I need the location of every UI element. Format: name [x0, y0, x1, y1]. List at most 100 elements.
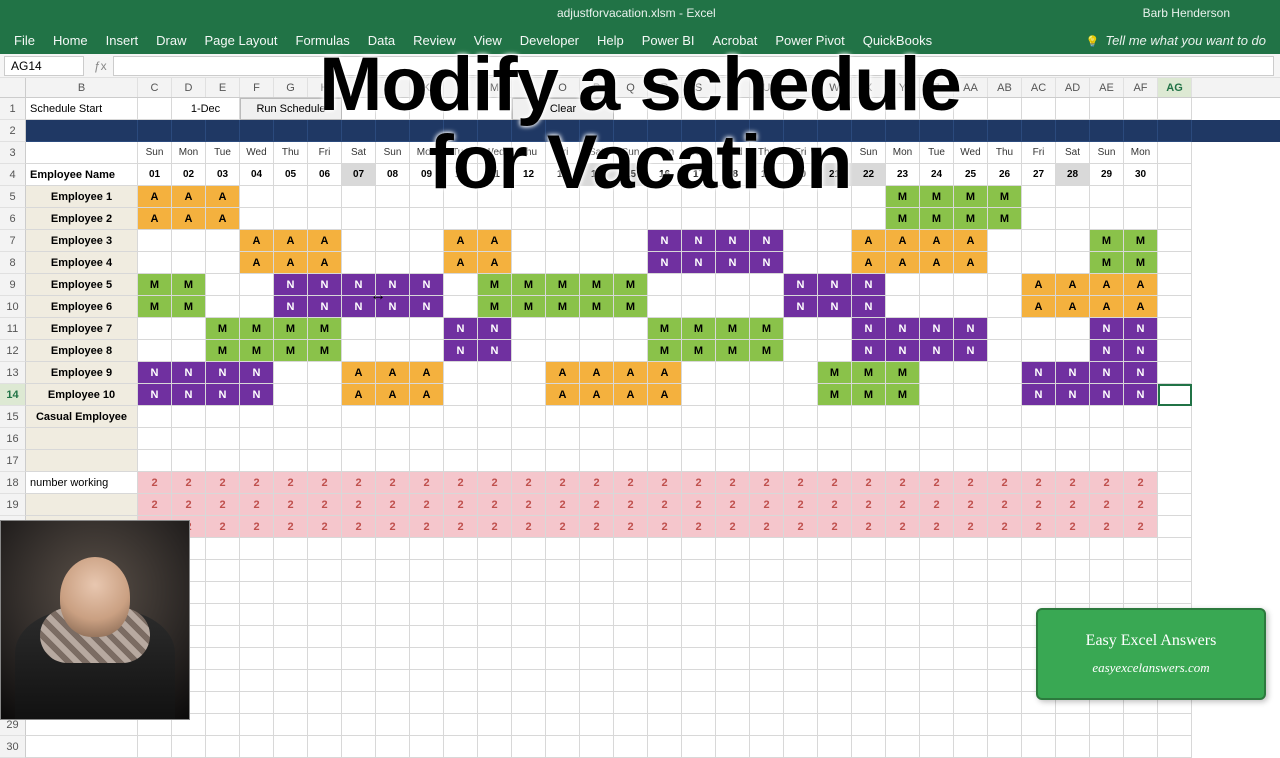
c[interactable] — [376, 670, 410, 692]
shift-9-12[interactable]: M — [546, 274, 580, 296]
shift-9-14[interactable]: M — [614, 274, 648, 296]
shift-10-7[interactable]: N — [376, 296, 410, 318]
c[interactable] — [818, 692, 852, 714]
shift-14-13[interactable]: A — [580, 384, 614, 406]
shift-5-12[interactable] — [546, 186, 580, 208]
col-header-Q[interactable]: Q — [614, 78, 648, 97]
date-23[interactable]: 23 — [886, 164, 920, 186]
c[interactable] — [342, 582, 376, 604]
sum-20-15[interactable]: 2 — [648, 516, 682, 538]
c[interactable] — [988, 98, 1022, 120]
c[interactable] — [1090, 98, 1124, 120]
c[interactable] — [1022, 450, 1056, 472]
c[interactable] — [920, 450, 954, 472]
ribbon-tab-draw[interactable]: Draw — [156, 33, 186, 48]
row-header-17[interactable]: 17 — [0, 450, 26, 472]
c[interactable] — [682, 582, 716, 604]
blank[interactable] — [1158, 142, 1192, 164]
c[interactable] — [988, 714, 1022, 736]
c[interactable] — [614, 582, 648, 604]
c[interactable] — [206, 538, 240, 560]
sum-20-25[interactable]: 2 — [988, 516, 1022, 538]
shift-5-5[interactable] — [308, 186, 342, 208]
ribbon-tab-help[interactable]: Help — [597, 33, 624, 48]
shift-10-8[interactable]: N — [410, 296, 444, 318]
c[interactable] — [886, 406, 920, 428]
shift-6-21[interactable] — [852, 208, 886, 230]
shift-10-19[interactable]: N — [784, 296, 818, 318]
c[interactable] — [886, 670, 920, 692]
shift-13-23[interactable] — [920, 362, 954, 384]
c[interactable] — [954, 604, 988, 626]
blank[interactable] — [1158, 164, 1192, 186]
c[interactable] — [614, 714, 648, 736]
shift-8-28[interactable]: M — [1090, 252, 1124, 274]
col-header-P[interactable]: P — [580, 78, 614, 97]
numwork-1[interactable]: 2 — [172, 472, 206, 494]
shift-9-3[interactable] — [240, 274, 274, 296]
c[interactable] — [342, 736, 376, 758]
shift-14-2[interactable]: N — [206, 384, 240, 406]
c[interactable] — [206, 648, 240, 670]
shift-9-24[interactable] — [954, 274, 988, 296]
c[interactable] — [1124, 450, 1158, 472]
c[interactable] — [988, 582, 1022, 604]
c[interactable] — [886, 626, 920, 648]
c[interactable] — [818, 604, 852, 626]
shift-13-4[interactable] — [274, 362, 308, 384]
shift-11-18[interactable]: M — [750, 318, 784, 340]
col-header-AE[interactable]: AE — [1090, 78, 1124, 97]
sum-19-20[interactable]: 2 — [818, 494, 852, 516]
date-07[interactable]: 07 — [342, 164, 376, 186]
c[interactable] — [410, 714, 444, 736]
c[interactable] — [920, 692, 954, 714]
c[interactable] — [512, 626, 546, 648]
c[interactable] — [580, 450, 614, 472]
c[interactable] — [478, 450, 512, 472]
c[interactable] — [274, 538, 308, 560]
shift-6-3[interactable] — [240, 208, 274, 230]
date-12[interactable]: 12 — [512, 164, 546, 186]
c[interactable] — [920, 582, 954, 604]
numwork-5[interactable]: 2 — [308, 472, 342, 494]
c[interactable] — [784, 450, 818, 472]
date-24[interactable]: 24 — [920, 164, 954, 186]
c[interactable] — [750, 538, 784, 560]
shift-11-0[interactable] — [138, 318, 172, 340]
shift-8-12[interactable] — [546, 252, 580, 274]
c[interactable] — [1056, 450, 1090, 472]
c[interactable] — [444, 538, 478, 560]
col-header-N[interactable]: N — [512, 78, 546, 97]
shift-7-19[interactable] — [784, 230, 818, 252]
c[interactable] — [376, 406, 410, 428]
c[interactable] — [240, 582, 274, 604]
c[interactable] — [852, 692, 886, 714]
sum-19-11[interactable]: 2 — [512, 494, 546, 516]
shift-6-5[interactable] — [308, 208, 342, 230]
shift-7-5[interactable]: A — [308, 230, 342, 252]
c[interactable] — [376, 428, 410, 450]
shift-13-12[interactable]: A — [546, 362, 580, 384]
run-schedule-button[interactable]: Run Schedule — [240, 98, 342, 120]
shift-12-12[interactable] — [546, 340, 580, 362]
c[interactable] — [784, 560, 818, 582]
shift-14-7[interactable]: A — [376, 384, 410, 406]
navy-cell[interactable] — [240, 120, 274, 142]
c[interactable] — [580, 604, 614, 626]
c[interactable] — [1090, 736, 1124, 758]
c[interactable] — [682, 98, 716, 120]
numwork-3[interactable]: 2 — [240, 472, 274, 494]
tell-me-search[interactable]: Tell me what you want to do — [1086, 33, 1266, 48]
shift-10-5[interactable]: N — [308, 296, 342, 318]
c[interactable] — [988, 538, 1022, 560]
shift-12-17[interactable]: M — [716, 340, 750, 362]
c[interactable] — [1158, 428, 1192, 450]
c[interactable] — [716, 428, 750, 450]
c[interactable] — [682, 560, 716, 582]
number-working-label[interactable]: number working — [26, 472, 138, 494]
c[interactable] — [818, 560, 852, 582]
c[interactable] — [954, 538, 988, 560]
shift-10-11[interactable]: M — [512, 296, 546, 318]
c[interactable] — [1158, 736, 1192, 758]
c[interactable] — [546, 736, 580, 758]
